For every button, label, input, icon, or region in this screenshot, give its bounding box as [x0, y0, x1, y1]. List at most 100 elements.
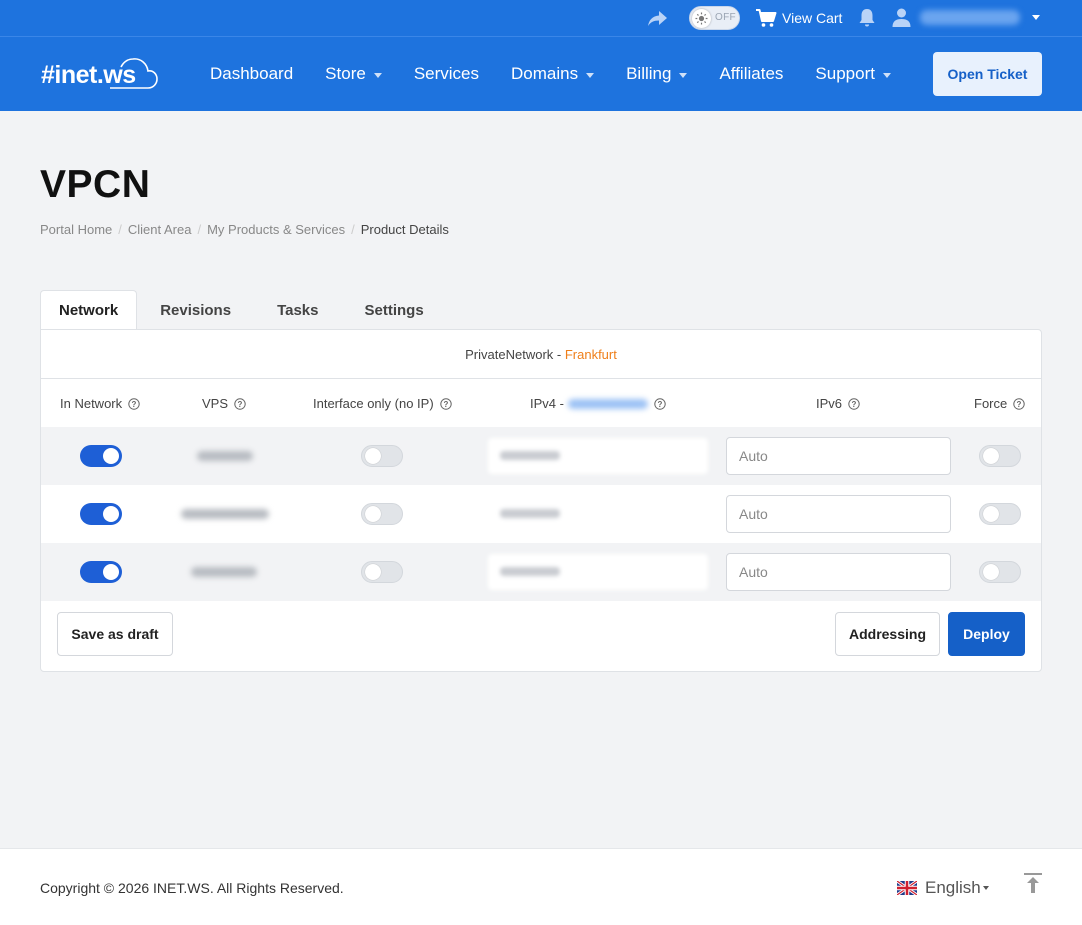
help-icon[interactable]: ? — [848, 397, 860, 410]
breadcrumb: Portal Home / Client Area / My Products … — [40, 222, 449, 237]
in-network-switch[interactable] — [80, 503, 122, 525]
tab-network[interactable]: Network — [40, 290, 138, 330]
addressing-button[interactable]: Addressing — [835, 612, 940, 656]
svg-text:?: ? — [852, 400, 857, 409]
chevron-down-icon — [679, 72, 688, 78]
language-label: English — [925, 878, 981, 897]
header-force: Force ? — [974, 396, 1025, 411]
user-icon[interactable] — [892, 8, 911, 27]
view-cart-link[interactable]: View Cart — [755, 7, 842, 29]
in-network-switch[interactable] — [80, 445, 122, 467]
header-in-network-label: In Network — [60, 396, 123, 411]
interface-only-switch[interactable] — [361, 445, 403, 467]
language-selector[interactable]: English — [897, 878, 989, 898]
save-as-draft-button[interactable]: Save as draft — [57, 612, 173, 656]
header-interface-only-label: Interface only (no IP) — [313, 396, 434, 411]
nav-domains[interactable]: Domains — [511, 64, 595, 84]
nav-support[interactable]: Support — [815, 64, 891, 84]
main-navbar: #inet.ws Dashboard Store Services Domain… — [0, 37, 1082, 111]
back-to-top-icon[interactable] — [1023, 871, 1043, 895]
nav-affiliates[interactable]: Affiliates — [719, 64, 783, 84]
svg-text:?: ? — [1017, 400, 1022, 409]
table-row — [41, 427, 1041, 485]
nav-dashboard-label: Dashboard — [210, 64, 294, 83]
sun-icon — [692, 9, 711, 28]
ipv4-field-redacted[interactable] — [488, 554, 708, 590]
table-row — [41, 543, 1041, 601]
interface-only-switch[interactable] — [361, 503, 403, 525]
help-icon[interactable]: ? — [128, 397, 140, 410]
force-switch[interactable] — [979, 445, 1021, 467]
nav-domains-label: Domains — [511, 64, 579, 83]
tab-revisions[interactable]: Revisions — [137, 290, 254, 330]
breadcrumb-my-products[interactable]: My Products & Services — [207, 222, 345, 237]
header-ipv4: IPv4 - ? — [530, 396, 666, 411]
open-ticket-button[interactable]: Open Ticket — [933, 52, 1042, 96]
cart-icon — [756, 9, 777, 27]
primary-nav: Dashboard Store Services Domains Billing… — [210, 64, 923, 84]
copyright-text: Copyright © 2026 INET.WS. All Rights Res… — [40, 880, 344, 896]
interface-only-switch[interactable] — [361, 561, 403, 583]
breadcrumb-portal-home[interactable]: Portal Home — [40, 222, 112, 237]
breadcrumb-separator: / — [351, 222, 355, 237]
footer: Copyright © 2026 INET.WS. All Rights Res… — [0, 848, 1082, 925]
header-ipv6: IPv6 ? — [816, 396, 860, 411]
nav-billing-label: Billing — [626, 64, 672, 83]
header-interface-only: Interface only (no IP) ? — [313, 396, 452, 411]
help-icon[interactable]: ? — [439, 397, 452, 410]
breadcrumb-separator: / — [118, 222, 122, 237]
ipv4-field-redacted[interactable] — [488, 438, 708, 474]
ipv6-input[interactable] — [726, 437, 951, 475]
help-icon[interactable]: ? — [234, 397, 246, 410]
user-name-redacted[interactable] — [920, 10, 1020, 25]
header-vps-label: VPS — [202, 396, 229, 411]
vps-name-redacted — [191, 567, 257, 577]
in-network-switch[interactable] — [80, 561, 122, 583]
theme-toggle-label: OFF — [715, 12, 736, 23]
tab-settings[interactable]: Settings — [341, 290, 446, 330]
chevron-down-icon — [373, 72, 382, 78]
network-title: PrivateNetwork - Frankfurt — [41, 330, 1041, 379]
nav-billing[interactable]: Billing — [626, 64, 688, 84]
force-switch[interactable] — [979, 561, 1021, 583]
nav-support-label: Support — [815, 64, 875, 83]
table-row — [41, 485, 1041, 543]
ipv6-input[interactable] — [726, 553, 951, 591]
table-header: In Network ? VPS ? Interface only (no IP… — [41, 379, 1041, 427]
header-ipv6-label: IPv6 — [816, 396, 843, 411]
breadcrumb-current: Product Details — [360, 222, 449, 237]
ipv4-subnet-redacted — [567, 398, 648, 409]
logo-text: #inet.ws — [41, 61, 136, 89]
help-icon[interactable]: ? — [1013, 397, 1025, 410]
deploy-button[interactable]: Deploy — [948, 612, 1025, 656]
nav-services-label: Services — [413, 64, 479, 83]
svg-text:?: ? — [443, 400, 448, 409]
help-icon[interactable]: ? — [654, 397, 666, 410]
bell-icon[interactable] — [858, 8, 876, 28]
page-title: VPCN — [40, 163, 151, 206]
force-switch[interactable] — [979, 503, 1021, 525]
chevron-down-icon — [586, 72, 595, 78]
chevron-down-icon — [882, 72, 891, 78]
nav-dashboard[interactable]: Dashboard — [210, 64, 293, 84]
nav-store[interactable]: Store — [325, 64, 382, 84]
nav-affiliates-label: Affiliates — [719, 64, 784, 83]
theme-toggle[interactable]: OFF — [689, 6, 740, 30]
header-ipv4-label: IPv4 - — [530, 396, 564, 411]
ipv4-field-redacted[interactable] — [488, 496, 708, 532]
network-panel: PrivateNetwork - Frankfurt In Network ? … — [40, 329, 1042, 672]
nav-services[interactable]: Services — [414, 64, 479, 84]
header-force-label: Force — [974, 396, 1008, 411]
chevron-down-icon[interactable] — [1032, 15, 1040, 20]
top-utility-bar: OFF View Cart — [0, 0, 1082, 37]
share-icon[interactable] — [646, 8, 668, 28]
vps-name-redacted — [181, 509, 269, 519]
ipv6-input[interactable] — [726, 495, 951, 533]
breadcrumb-client-area[interactable]: Client Area — [128, 222, 192, 237]
breadcrumb-separator: / — [197, 222, 202, 237]
nav-store-label: Store — [325, 64, 366, 83]
tab-tasks[interactable]: Tasks — [254, 290, 341, 330]
brand-logo[interactable]: #inet.ws — [40, 54, 160, 94]
svg-text:?: ? — [238, 400, 243, 409]
svg-text:?: ? — [658, 400, 663, 409]
